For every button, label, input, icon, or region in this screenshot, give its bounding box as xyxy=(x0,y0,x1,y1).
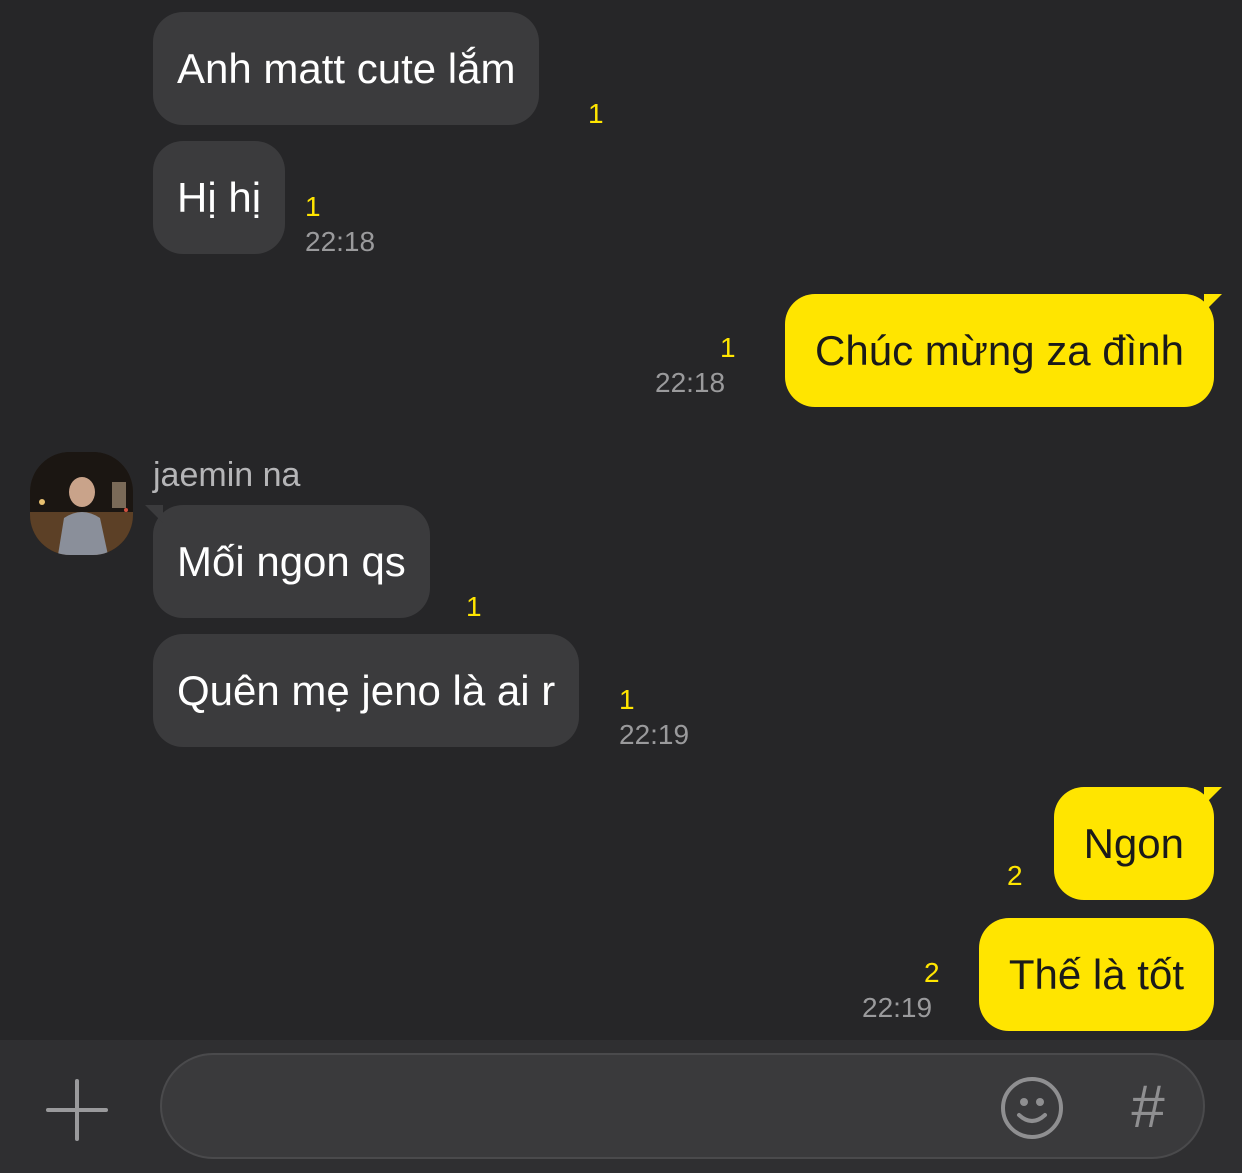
message-text: Mối ngon qs xyxy=(177,537,406,585)
message-text: Ngon xyxy=(1083,819,1184,867)
message-timestamp: 22:18 xyxy=(305,226,376,257)
message-bubble-outgoing[interactable]: Chúc mừng za đình xyxy=(785,294,1222,407)
unread-count: 1 xyxy=(588,98,604,129)
message-text: Thế là tốt xyxy=(1008,950,1184,998)
sender-name: jaemin na xyxy=(153,456,301,494)
message-bubble-outgoing[interactable]: Ngon xyxy=(1053,787,1223,900)
unread-count: 2 xyxy=(924,957,940,988)
message-bubble-incoming[interactable]: Quên mẹ jeno là ai r xyxy=(153,634,580,747)
emoji-icon[interactable] xyxy=(999,1075,1065,1141)
message-text: Hị hị xyxy=(177,173,262,221)
message-text: Anh matt cute lắm xyxy=(177,44,516,92)
message-bubble-incoming[interactable]: Anh matt cute lắm xyxy=(153,12,540,125)
plus-icon[interactable] xyxy=(44,1077,110,1143)
unread-count: 2 xyxy=(1007,860,1023,891)
message-bubble-outgoing[interactable]: Thế là tốt xyxy=(978,918,1214,1031)
unread-count: 1 xyxy=(466,591,482,622)
message-text: Chúc mừng za đình xyxy=(815,326,1184,374)
unread-count: 1 xyxy=(720,332,736,363)
message-text: Quên mẹ jeno là ai r xyxy=(177,666,556,714)
hashtag-icon[interactable]: # xyxy=(1118,1074,1178,1140)
message-bubble-incoming[interactable]: Mối ngon qs xyxy=(145,505,430,618)
message-timestamp: 22:19 xyxy=(862,992,933,1023)
chat-area[interactable]: Anh matt cute lắm 1 Hị hị 1 22:18 Chúc m… xyxy=(0,0,1242,1040)
avatar[interactable] xyxy=(30,452,133,555)
message-bubble-incoming[interactable]: Hị hị xyxy=(153,141,286,254)
unread-count: 1 xyxy=(305,191,321,222)
avatar-photo xyxy=(30,452,133,555)
message-timestamp: 22:18 xyxy=(655,367,726,398)
unread-count: 1 xyxy=(619,684,635,715)
message-timestamp: 22:19 xyxy=(619,719,690,750)
